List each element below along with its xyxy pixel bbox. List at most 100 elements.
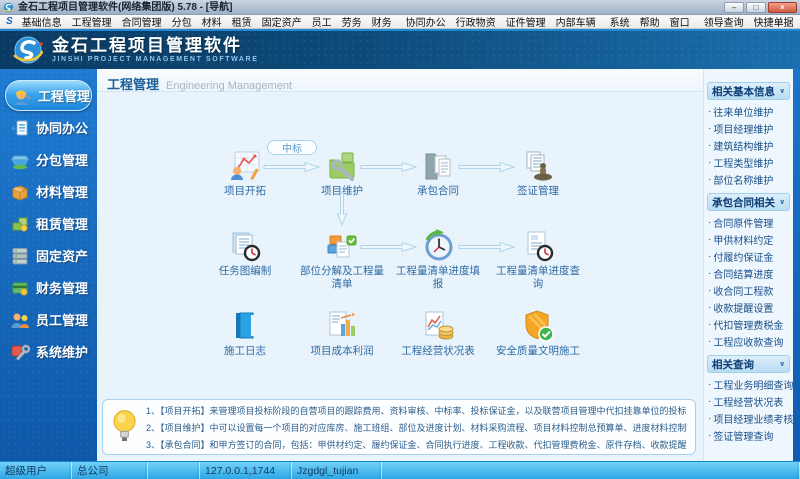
rp-section-title: 相关查询	[712, 358, 754, 371]
flow-node-visa[interactable]: 签证管理	[496, 149, 580, 198]
rp-item-settlement-progress[interactable]: 合同结算进度	[704, 265, 793, 282]
menu-item-lease[interactable]: 租赁	[227, 15, 257, 29]
menu-logo-icon: S	[6, 16, 13, 27]
sidebar-item-engineering[interactable]: 工程管理	[5, 80, 92, 111]
fixed-assets-server-icon	[12, 247, 28, 264]
flow-arrow-right-icon	[360, 241, 418, 253]
flow-node-label: 项目开拓	[224, 185, 266, 197]
window-title: 金石工程项目管理软件(网络集团版) 5.78 - [导航]	[18, 1, 233, 13]
rp-item-part-name[interactable]: 部位名称维护	[704, 171, 793, 188]
rp-item-receive-payment[interactable]: 收合同工程款	[704, 282, 793, 299]
maximize-button[interactable]: □	[746, 1, 766, 13]
flow-node-progress-query[interactable]: 工程量清单进度查询	[496, 229, 580, 290]
project-maintain-icon	[329, 152, 355, 181]
menu-item-contract[interactable]: 合同管理	[117, 15, 167, 29]
flow-node-cost-profit[interactable]: 项目成本利润	[300, 309, 384, 358]
worker-icon	[14, 90, 31, 105]
tip-line-3: 3、【承包合同】和甲方签订的合同，包括：甲供材约定、履约保证金、合同执行进度、工…	[146, 439, 687, 450]
rp-item-owner-material[interactable]: 甲供材料约定	[704, 231, 793, 248]
rp-section-query[interactable]: 相关查询 ∨	[707, 355, 790, 373]
close-button[interactable]: ×	[768, 1, 797, 13]
flow-node-safety[interactable]: 安全质量文明施工	[496, 309, 580, 358]
rp-item-visa-query[interactable]: 签证管理查询	[704, 427, 793, 444]
rp-item-receivable-query[interactable]: 工程应收款查询	[704, 333, 793, 350]
contract-folder-icon	[425, 153, 451, 180]
sidebar-item-maintenance[interactable]: 系统维护	[0, 336, 97, 367]
menu-item-fixed-assets[interactable]: 固定资产	[257, 15, 307, 29]
sidebar-item-collaboration[interactable]: 协同办公	[0, 112, 97, 143]
sidebar-item-lease[interactable]: 租赁管理	[0, 208, 97, 239]
sidebar-item-label: 财务管理	[36, 281, 89, 296]
menu-item-finance[interactable]: 财务	[367, 15, 397, 29]
menu-item-admin-supplies[interactable]: 行政物资	[451, 15, 501, 29]
app-icon	[3, 2, 14, 12]
rp-item-business-detail-query[interactable]: 工程业务明细查询	[704, 376, 793, 393]
menu-item-engineering[interactable]: 工程管理	[67, 15, 117, 29]
flow-node-label: 签证管理	[517, 185, 559, 197]
rp-item-project-type[interactable]: 工程类型维护	[704, 154, 793, 171]
flow-node-project-develop[interactable]: 项目开拓	[203, 149, 287, 198]
menu-item-material[interactable]: 材料	[197, 15, 227, 29]
chevron-down-icon: ∨	[779, 88, 785, 95]
flow-node-label: 项目成本利润	[310, 345, 374, 357]
brand-subtitle: JINSHI PROJECT MANAGEMENT SOFTWARE	[52, 55, 259, 63]
flow-arrow-down-icon	[336, 192, 348, 227]
menu-item-subcontract[interactable]: 分包	[167, 15, 197, 29]
menu-item-help[interactable]: 帮助	[635, 15, 665, 29]
tips-panel: 1、【项目开拓】来管理项目投标阶段的自营项目的跟踪费用、资料审核、中标率、投标保…	[102, 399, 696, 455]
flow-node-label: 工程量清单进度填报	[396, 265, 480, 290]
sidebar-item-label: 固定资产	[36, 249, 89, 264]
rp-section-basic-info[interactable]: 相关基本信息 ∨	[707, 82, 790, 100]
rp-item-deposit-pay[interactable]: 付履约保证金	[704, 248, 793, 265]
minimize-button[interactable]: –	[724, 1, 744, 13]
flow-node-construction-log[interactable]: 施工日志	[203, 309, 287, 358]
menu-item-certificates[interactable]: 证件管理	[501, 15, 551, 29]
sidebar-item-label: 材料管理	[36, 185, 89, 200]
lease-cubes-icon	[12, 217, 28, 231]
progress-query-doc-icon	[527, 231, 554, 262]
menu-item-labor[interactable]: 劳务	[337, 15, 367, 29]
menu-item-vehicles[interactable]: 内部车辆	[551, 15, 601, 29]
flow-node-project-maintain[interactable]: 项目维护	[300, 149, 384, 198]
sidebar-item-staff[interactable]: 员工管理	[0, 304, 97, 335]
flow-node-label: 部位分解及工程量清单	[300, 265, 384, 290]
tip-line-1: 1、【项目开拓】来管理项目投标阶段的自营项目的跟踪费用、资料审核、中标率、投标保…	[146, 405, 687, 416]
sidebar-item-subcontract[interactable]: 分包管理	[0, 144, 97, 175]
flow-node-operation-report[interactable]: 工程经营状况表	[396, 309, 480, 358]
menu-item-leader-query[interactable]: 领导查询	[699, 15, 749, 29]
sidebar-item-material[interactable]: 材料管理	[0, 176, 97, 207]
rp-item-partner-units[interactable]: 往来单位维护	[704, 103, 793, 120]
rp-item-withhold-tax[interactable]: 代扣管理费税金	[704, 316, 793, 333]
sidebar-item-label: 工程管理	[38, 89, 91, 104]
rp-item-operation-report[interactable]: 工程经营状况表	[704, 393, 793, 410]
sidebar-item-fixed-assets[interactable]: 固定资产	[0, 240, 97, 271]
rp-item-pm-assessment[interactable]: 项目经理业绩考核	[704, 410, 793, 427]
menu-item-basic-info[interactable]: 基础信息	[17, 15, 67, 29]
rp-section-title: 承包合同相关	[712, 196, 775, 209]
rp-item-payment-reminder[interactable]: 收款提醒设置	[704, 299, 793, 316]
menu-item-collaboration[interactable]: 协同办公	[401, 15, 451, 29]
flow-badge-win-bid: 中标	[267, 140, 317, 155]
menu-item-window[interactable]: 窗口	[665, 15, 695, 29]
visa-stamp-icon	[526, 151, 552, 181]
system-wrench-icon	[11, 344, 31, 360]
rp-item-building-structure[interactable]: 建筑结构维护	[704, 137, 793, 154]
rp-item-project-manager[interactable]: 项目经理维护	[704, 120, 793, 137]
task-chart-clock-icon	[232, 232, 261, 262]
menu-item-system[interactable]: 系统	[605, 15, 635, 29]
brand-banner: 金石工程项目管理软件 JINSHI PROJECT MANAGEMENT SOF…	[0, 29, 800, 69]
flow-node-task-chart[interactable]: 任务图编制	[203, 229, 287, 278]
menu-item-staff[interactable]: 员工	[307, 15, 337, 29]
flow-node-label: 任务图编制	[218, 265, 272, 277]
flow-node-contract[interactable]: 承包合同	[396, 149, 480, 198]
status-address: 127.0.0.1,1744	[200, 462, 292, 479]
sidebar-item-finance[interactable]: 财务管理	[0, 272, 97, 303]
flow-node-bom[interactable]: 部位分解及工程量清单	[300, 229, 384, 290]
brand-logo-icon	[13, 36, 43, 64]
flow-node-progress-fill[interactable]: 工程量清单进度填报	[396, 229, 480, 290]
rp-section-contract[interactable]: 承包合同相关 ∨	[707, 193, 790, 211]
rp-item-contract-original[interactable]: 合同原件管理	[704, 214, 793, 231]
page-title: 工程管理	[107, 77, 160, 92]
menu-item-quick-forms[interactable]: 快捷单据	[749, 15, 799, 29]
status-company: 总公司	[72, 462, 148, 479]
